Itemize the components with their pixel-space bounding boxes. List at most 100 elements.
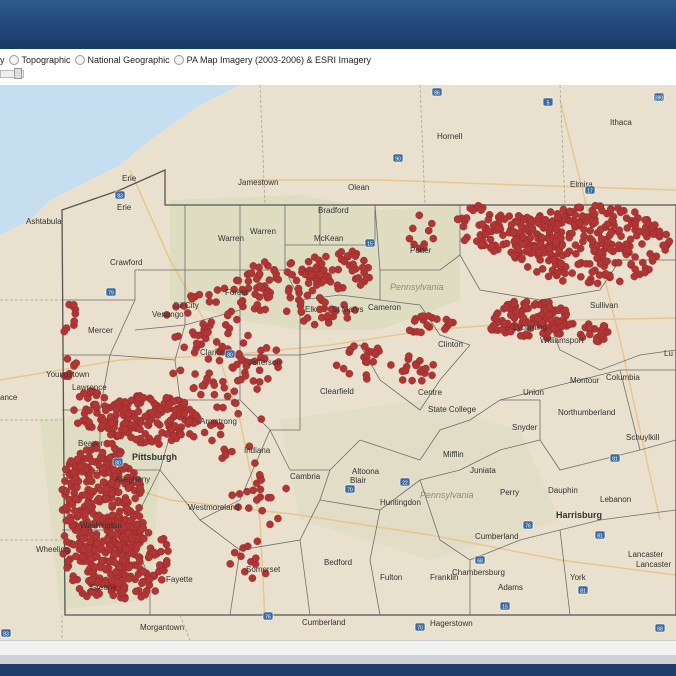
well-marker[interactable] [317,259,326,268]
well-marker[interactable] [86,555,95,564]
well-marker[interactable] [224,329,232,338]
well-marker[interactable] [213,286,222,294]
well-marker[interactable] [638,240,646,248]
well-marker[interactable] [73,455,82,464]
well-marker[interactable] [157,536,165,544]
well-marker[interactable] [337,248,346,256]
well-marker[interactable] [231,399,240,408]
well-marker[interactable] [536,256,545,264]
well-marker[interactable] [203,329,211,338]
well-marker[interactable] [580,225,588,234]
well-marker[interactable] [125,563,134,571]
well-marker[interactable] [255,263,263,272]
well-marker[interactable] [91,400,100,409]
well-marker[interactable] [274,275,283,284]
well-marker[interactable] [288,270,297,279]
well-marker[interactable] [561,269,569,278]
well-marker[interactable] [88,457,96,466]
well-marker[interactable] [114,488,123,497]
well-marker[interactable] [215,356,224,365]
well-marker[interactable] [545,303,554,311]
well-marker[interactable] [332,361,341,370]
well-marker[interactable] [145,575,154,584]
well-marker[interactable] [642,229,650,238]
well-marker[interactable] [140,534,148,543]
well-marker[interactable] [518,254,526,263]
well-marker[interactable] [63,355,72,363]
well-marker[interactable] [255,293,264,301]
well-marker[interactable] [328,266,337,274]
well-marker[interactable] [166,416,175,425]
well-marker[interactable] [324,319,333,327]
well-marker[interactable] [236,298,245,307]
well-marker[interactable] [72,359,80,367]
well-marker[interactable] [253,537,262,546]
well-marker[interactable] [228,447,236,456]
well-marker[interactable] [125,575,133,583]
well-marker[interactable] [241,372,250,380]
well-marker[interactable] [606,245,615,254]
well-marker[interactable] [544,272,553,281]
well-marker[interactable] [631,265,640,274]
well-marker[interactable] [98,556,106,565]
well-marker[interactable] [565,207,574,216]
well-marker[interactable] [453,215,462,224]
well-marker[interactable] [104,546,112,554]
well-marker[interactable] [596,248,605,257]
well-marker[interactable] [274,514,282,523]
well-marker[interactable] [93,539,101,548]
well-marker[interactable] [266,520,274,529]
well-marker[interactable] [157,547,165,556]
well-marker[interactable] [630,272,639,281]
well-marker[interactable] [70,300,78,309]
well-marker[interactable] [554,268,562,277]
well-marker[interactable] [563,249,572,258]
well-marker[interactable] [258,506,267,515]
well-marker[interactable] [237,354,246,363]
well-marker[interactable] [147,395,155,404]
well-marker[interactable] [533,268,541,276]
well-marker[interactable] [191,370,199,378]
well-marker[interactable] [297,307,306,316]
well-marker[interactable] [408,376,416,385]
well-marker[interactable] [108,439,116,448]
well-marker[interactable] [296,298,305,307]
well-marker[interactable] [124,409,133,418]
well-marker[interactable] [221,320,230,329]
well-marker[interactable] [249,377,258,385]
well-marker[interactable] [584,278,593,287]
well-marker[interactable] [502,303,510,311]
radio-icon[interactable] [173,55,184,65]
well-marker[interactable] [257,476,266,484]
well-marker[interactable] [535,248,543,257]
well-marker[interactable] [119,556,127,565]
well-marker[interactable] [177,430,185,439]
well-marker[interactable] [510,300,518,309]
well-marker[interactable] [139,567,148,576]
well-marker[interactable] [588,237,597,245]
well-marker[interactable] [69,540,78,549]
well-marker[interactable] [107,479,115,487]
well-marker[interactable] [197,390,205,399]
well-marker[interactable] [294,284,303,293]
well-marker[interactable] [192,339,201,348]
well-marker[interactable] [558,322,566,331]
well-marker[interactable] [523,263,532,271]
well-marker[interactable] [69,576,77,585]
well-marker[interactable] [230,548,239,557]
well-marker[interactable] [91,563,99,572]
well-marker[interactable] [180,409,189,418]
well-marker[interactable] [509,229,518,237]
well-marker[interactable] [62,324,71,332]
well-marker[interactable] [615,226,624,234]
well-marker[interactable] [586,324,594,332]
well-marker[interactable] [237,552,245,561]
well-marker[interactable] [102,494,111,503]
well-marker[interactable] [362,273,371,281]
well-marker[interactable] [251,459,259,467]
well-marker[interactable] [224,310,232,318]
well-marker[interactable] [272,346,281,355]
well-marker[interactable] [552,238,561,246]
well-marker[interactable] [586,226,595,235]
well-marker[interactable] [265,276,274,284]
